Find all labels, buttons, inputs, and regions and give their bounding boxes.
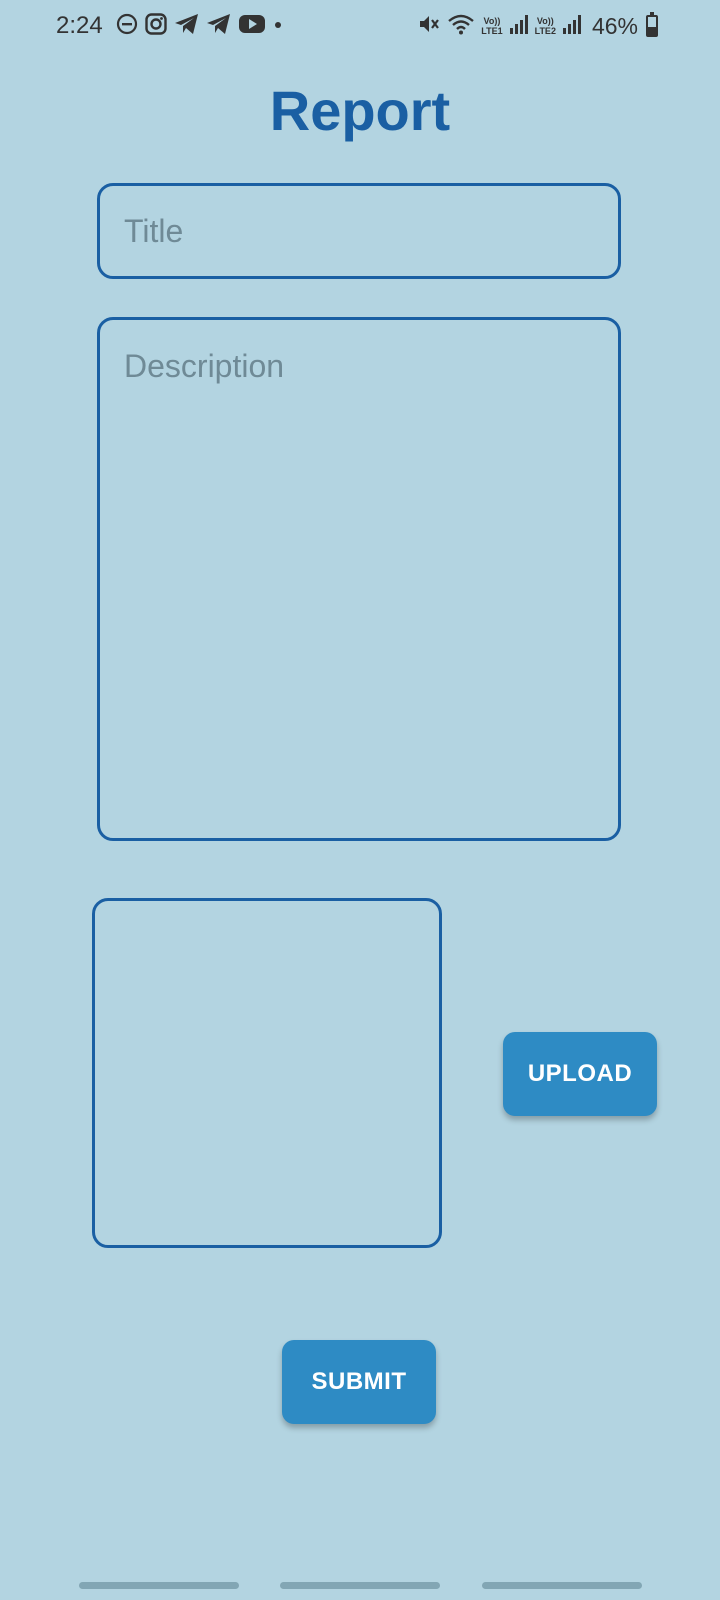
dnd-icon <box>116 13 138 40</box>
sim1-indicator: Vo)) LTE1 <box>481 16 502 36</box>
sim2-indicator: Vo)) LTE2 <box>535 16 556 36</box>
battery-icon <box>646 12 658 37</box>
dot-icon <box>272 13 284 40</box>
nav-recents-handle[interactable] <box>79 1582 239 1589</box>
status-bar: 2:24 Vo)) LTE1 Vo)) LTE2 46% <box>0 0 720 52</box>
upload-button[interactable]: UPLOAD <box>503 1032 657 1116</box>
nav-home-handle[interactable] <box>280 1582 440 1589</box>
title-input[interactable] <box>97 183 621 279</box>
youtube-icon <box>238 13 266 40</box>
system-status-icons: Vo)) LTE1 Vo)) LTE2 46% <box>417 10 658 42</box>
battery-level-fill <box>648 26 656 35</box>
description-input[interactable] <box>97 317 621 841</box>
notification-icons <box>116 12 284 40</box>
battery-percentage: 46% <box>591 12 638 39</box>
sim1-lte-label: LTE1 <box>481 26 503 36</box>
telegram-icon <box>206 13 232 40</box>
page-title: Report <box>269 79 451 142</box>
submit-button[interactable]: SUBMIT <box>282 1340 436 1424</box>
signal-icon <box>562 13 582 40</box>
nav-back-handle[interactable] <box>482 1582 642 1589</box>
sim2-lte-label: LTE2 <box>534 26 556 36</box>
signal-icon <box>509 13 529 40</box>
sim1-volte-label: Vo)) <box>483 16 501 26</box>
image-preview-box <box>92 898 442 1248</box>
instagram-icon <box>144 12 168 41</box>
status-time: 2:24 <box>56 12 103 39</box>
wifi-icon <box>447 12 475 41</box>
gesture-navigation-bar <box>0 1578 720 1590</box>
sim2-volte-label: Vo)) <box>536 16 554 26</box>
mute-icon <box>417 12 441 41</box>
telegram-icon <box>174 13 200 40</box>
